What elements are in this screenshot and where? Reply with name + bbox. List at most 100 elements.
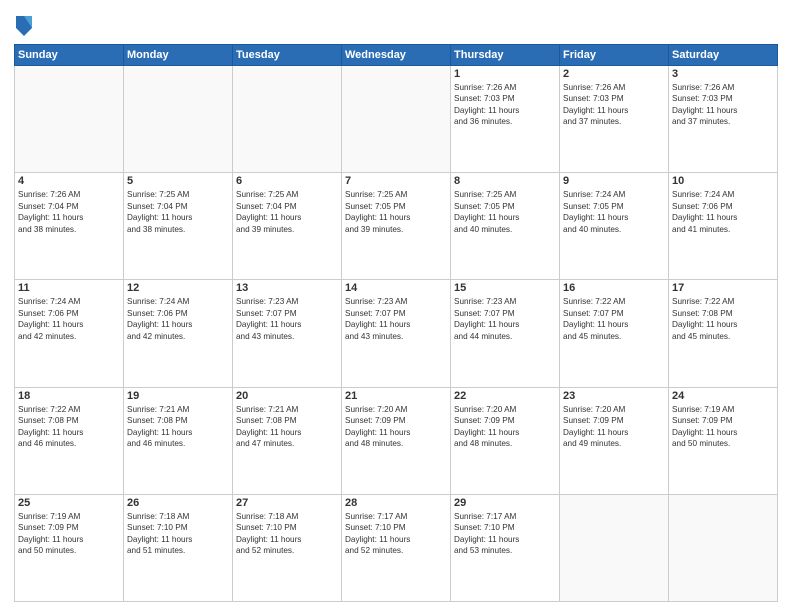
day-info: Sunrise: 7:25 AM Sunset: 7:04 PM Dayligh… xyxy=(127,189,229,235)
day-info: Sunrise: 7:20 AM Sunset: 7:09 PM Dayligh… xyxy=(563,404,665,450)
day-info: Sunrise: 7:23 AM Sunset: 7:07 PM Dayligh… xyxy=(454,296,556,342)
day-cell-9: 9 Sunrise: 7:24 AM Sunset: 7:05 PM Daylig… xyxy=(560,173,669,280)
day-number: 8 xyxy=(454,175,556,187)
day-cell-10: 10 Sunrise: 7:24 AM Sunset: 7:06 PM Dayli… xyxy=(669,173,778,280)
day-info: Sunrise: 7:23 AM Sunset: 7:07 PM Dayligh… xyxy=(345,296,447,342)
day-number: 17 xyxy=(672,282,774,294)
day-cell-27: 27 Sunrise: 7:18 AM Sunset: 7:10 PM Dayli… xyxy=(233,494,342,601)
weekday-header-tuesday: Tuesday xyxy=(233,45,342,66)
day-number: 7 xyxy=(345,175,447,187)
day-info: Sunrise: 7:20 AM Sunset: 7:09 PM Dayligh… xyxy=(345,404,447,450)
weekday-header-sunday: Sunday xyxy=(15,45,124,66)
day-info: Sunrise: 7:25 AM Sunset: 7:05 PM Dayligh… xyxy=(345,189,447,235)
day-info: Sunrise: 7:18 AM Sunset: 7:10 PM Dayligh… xyxy=(127,511,229,557)
day-number: 1 xyxy=(454,68,556,80)
day-cell-6: 6 Sunrise: 7:25 AM Sunset: 7:04 PM Daylig… xyxy=(233,173,342,280)
day-number: 3 xyxy=(672,68,774,80)
day-cell-21: 21 Sunrise: 7:20 AM Sunset: 7:09 PM Dayli… xyxy=(342,387,451,494)
day-number: 22 xyxy=(454,390,556,402)
weekday-header-thursday: Thursday xyxy=(451,45,560,66)
week-row-4: 25 Sunrise: 7:19 AM Sunset: 7:09 PM Dayli… xyxy=(15,494,778,601)
day-cell-28: 28 Sunrise: 7:17 AM Sunset: 7:10 PM Dayli… xyxy=(342,494,451,601)
day-info: Sunrise: 7:19 AM Sunset: 7:09 PM Dayligh… xyxy=(672,404,774,450)
day-info: Sunrise: 7:26 AM Sunset: 7:03 PM Dayligh… xyxy=(672,82,774,128)
day-cell-25: 25 Sunrise: 7:19 AM Sunset: 7:09 PM Dayli… xyxy=(15,494,124,601)
day-cell-3: 3 Sunrise: 7:26 AM Sunset: 7:03 PM Daylig… xyxy=(669,66,778,173)
day-number: 19 xyxy=(127,390,229,402)
day-cell-20: 20Sunrise: 7:21 AM Sunset: 7:08 PM Dayli… xyxy=(233,387,342,494)
weekday-header-friday: Friday xyxy=(560,45,669,66)
day-number: 13 xyxy=(236,282,338,294)
day-cell-1: 1 Sunrise: 7:26 AM Sunset: 7:03 PM Daylig… xyxy=(451,66,560,173)
day-cell-16: 16Sunrise: 7:22 AM Sunset: 7:07 PM Dayli… xyxy=(560,280,669,387)
weekday-header-monday: Monday xyxy=(124,45,233,66)
day-number: 4 xyxy=(18,175,120,187)
weekday-header-saturday: Saturday xyxy=(669,45,778,66)
day-info: Sunrise: 7:22 AM Sunset: 7:08 PM Dayligh… xyxy=(672,296,774,342)
day-number: 10 xyxy=(672,175,774,187)
day-cell-24: 24 Sunrise: 7:19 AM Sunset: 7:09 PM Dayli… xyxy=(669,387,778,494)
day-info: Sunrise: 7:19 AM Sunset: 7:09 PM Dayligh… xyxy=(18,511,120,557)
day-number: 18 xyxy=(18,390,120,402)
day-number: 15 xyxy=(454,282,556,294)
day-number: 21 xyxy=(345,390,447,402)
day-number: 2 xyxy=(563,68,665,80)
day-info: Sunrise: 7:22 AM Sunset: 7:07 PM Dayligh… xyxy=(563,296,665,342)
day-info: Sunrise: 7:24 AM Sunset: 7:05 PM Dayligh… xyxy=(563,189,665,235)
logo-icon xyxy=(14,14,34,38)
day-number: 27 xyxy=(236,497,338,509)
page: SundayMondayTuesdayWednesdayThursdayFrid… xyxy=(0,0,792,612)
day-cell-4: 4 Sunrise: 7:26 AM Sunset: 7:04 PM Daylig… xyxy=(15,173,124,280)
day-cell-7: 7 Sunrise: 7:25 AM Sunset: 7:05 PM Daylig… xyxy=(342,173,451,280)
weekday-header-row: SundayMondayTuesdayWednesdayThursdayFrid… xyxy=(15,45,778,66)
day-info: Sunrise: 7:25 AM Sunset: 7:05 PM Dayligh… xyxy=(454,189,556,235)
empty-cell xyxy=(669,494,778,601)
header xyxy=(14,10,778,38)
day-info: Sunrise: 7:26 AM Sunset: 7:04 PM Dayligh… xyxy=(18,189,120,235)
day-number: 9 xyxy=(563,175,665,187)
day-info: Sunrise: 7:18 AM Sunset: 7:10 PM Dayligh… xyxy=(236,511,338,557)
empty-cell xyxy=(233,66,342,173)
day-number: 6 xyxy=(236,175,338,187)
day-info: Sunrise: 7:23 AM Sunset: 7:07 PM Dayligh… xyxy=(236,296,338,342)
day-cell-26: 26 Sunrise: 7:18 AM Sunset: 7:10 PM Dayli… xyxy=(124,494,233,601)
empty-cell xyxy=(15,66,124,173)
day-number: 14 xyxy=(345,282,447,294)
day-info: Sunrise: 7:26 AM Sunset: 7:03 PM Dayligh… xyxy=(454,82,556,128)
day-cell-13: 13 Sunrise: 7:23 AM Sunset: 7:07 PM Dayli… xyxy=(233,280,342,387)
day-cell-18: 18 Sunrise: 7:22 AM Sunset: 7:08 PM Dayli… xyxy=(15,387,124,494)
day-info: Sunrise: 7:20 AM Sunset: 7:09 PM Dayligh… xyxy=(454,404,556,450)
day-number: 11 xyxy=(18,282,120,294)
day-cell-19: 19Sunrise: 7:21 AM Sunset: 7:08 PM Dayli… xyxy=(124,387,233,494)
day-info: Sunrise: 7:17 AM Sunset: 7:10 PM Dayligh… xyxy=(454,511,556,557)
day-cell-5: 5 Sunrise: 7:25 AM Sunset: 7:04 PM Daylig… xyxy=(124,173,233,280)
day-number: 5 xyxy=(127,175,229,187)
day-number: 25 xyxy=(18,497,120,509)
empty-cell xyxy=(560,494,669,601)
day-number: 28 xyxy=(345,497,447,509)
day-cell-17: 17 Sunrise: 7:22 AM Sunset: 7:08 PM Dayli… xyxy=(669,280,778,387)
day-info: Sunrise: 7:22 AM Sunset: 7:08 PM Dayligh… xyxy=(18,404,120,450)
day-number: 26 xyxy=(127,497,229,509)
day-number: 12 xyxy=(127,282,229,294)
day-number: 23 xyxy=(563,390,665,402)
day-info: Sunrise: 7:24 AM Sunset: 7:06 PM Dayligh… xyxy=(672,189,774,235)
day-cell-14: 14 Sunrise: 7:23 AM Sunset: 7:07 PM Dayli… xyxy=(342,280,451,387)
week-row-1: 4 Sunrise: 7:26 AM Sunset: 7:04 PM Daylig… xyxy=(15,173,778,280)
day-cell-11: 11 Sunrise: 7:24 AM Sunset: 7:06 PM Dayli… xyxy=(15,280,124,387)
day-number: 24 xyxy=(672,390,774,402)
day-info: Sunrise: 7:24 AM Sunset: 7:06 PM Dayligh… xyxy=(18,296,120,342)
week-row-2: 11 Sunrise: 7:24 AM Sunset: 7:06 PM Dayli… xyxy=(15,280,778,387)
day-info: Sunrise: 7:26 AM Sunset: 7:03 PM Dayligh… xyxy=(563,82,665,128)
day-cell-2: 2 Sunrise: 7:26 AM Sunset: 7:03 PM Daylig… xyxy=(560,66,669,173)
day-info: Sunrise: 7:17 AM Sunset: 7:10 PM Dayligh… xyxy=(345,511,447,557)
calendar-table: SundayMondayTuesdayWednesdayThursdayFrid… xyxy=(14,44,778,602)
day-cell-8: 8 Sunrise: 7:25 AM Sunset: 7:05 PM Daylig… xyxy=(451,173,560,280)
logo xyxy=(14,14,38,38)
day-info: Sunrise: 7:25 AM Sunset: 7:04 PM Dayligh… xyxy=(236,189,338,235)
empty-cell xyxy=(124,66,233,173)
day-number: 29 xyxy=(454,497,556,509)
day-cell-22: 22 Sunrise: 7:20 AM Sunset: 7:09 PM Dayli… xyxy=(451,387,560,494)
day-cell-15: 15 Sunrise: 7:23 AM Sunset: 7:07 PM Dayli… xyxy=(451,280,560,387)
weekday-header-wednesday: Wednesday xyxy=(342,45,451,66)
